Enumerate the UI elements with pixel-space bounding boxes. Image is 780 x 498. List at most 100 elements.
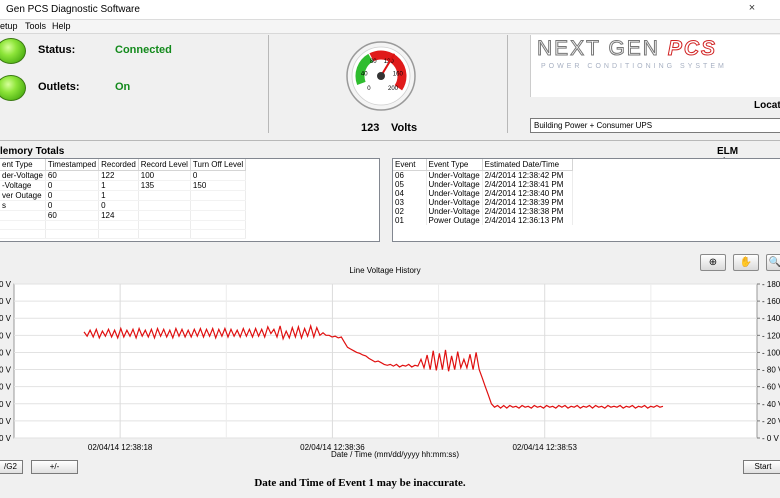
y-tick-label-left: 0 V [0, 331, 12, 340]
table-cell: 60 [45, 210, 100, 221]
voltage-value: 123 [361, 122, 380, 134]
menu-setup[interactable]: etup [0, 21, 18, 31]
table-cell: -Voltage [0, 180, 46, 191]
y-tick-label-left: 0 V [0, 383, 12, 392]
y-tick-label-right: - 40 V [762, 400, 780, 409]
table-cell: 0 [190, 170, 247, 181]
gauge-tick-label: 80 [370, 59, 377, 65]
elm-events-table: Event Event Type Estimated Date/Time 06 Und… [392, 158, 780, 242]
menu-bar: etup Tools Help [0, 20, 780, 34]
column-header[interactable]: Recorded [98, 159, 139, 171]
x-tick-label: 02/04/14 12:38:18 [88, 443, 153, 452]
table-cell: s [0, 200, 46, 211]
y-tick-label-right: - 180 V [762, 280, 780, 289]
y-tick-label-right: - 20 V [762, 417, 780, 426]
table-cell: Under-Voltage [426, 179, 483, 189]
outlets-label: Outlets: [38, 81, 80, 93]
column-header[interactable]: Estimated Date/Time [482, 159, 573, 171]
table-cell: Under-Voltage [426, 206, 483, 216]
table-cell: 0 [98, 200, 139, 211]
table-cell: 124 [98, 210, 139, 221]
divider [268, 35, 269, 133]
column-header[interactable]: ent Type [0, 159, 46, 171]
logo-subtitle: POWER CONDITIONING SYSTEM [541, 63, 727, 70]
location-field[interactable]: Building Power + Consumer UPS [530, 118, 780, 133]
y-tick-label-left: 0 V [0, 314, 12, 323]
outlets-value: On [115, 81, 131, 93]
logo-text: NEXT GEN PCS [537, 37, 717, 61]
table-cell [190, 190, 247, 201]
table-cell: 1 [98, 180, 139, 191]
gauge-tick-label: 40 [361, 71, 368, 77]
crosshair-icon[interactable]: ⊕ [700, 254, 726, 271]
table-cell: 2/4/2014 12:38:38 PM [482, 206, 573, 216]
menu-help[interactable]: Help [52, 21, 71, 31]
y-tick-label-left: 0 V [0, 434, 12, 443]
chart-x-axis-label: Date / Time (mm/dd/yyyy hh:mm:ss) [330, 450, 460, 459]
y-tick-label-left: 0 V [0, 297, 12, 306]
footer-warning: Date and Time of Event 1 may be inaccura… [254, 477, 466, 489]
column-header[interactable]: Turn Off Level [190, 159, 247, 171]
column-header[interactable]: Event Type [426, 159, 483, 171]
table-cell [98, 220, 139, 230]
table-cell: Power Outage [426, 215, 483, 225]
column-header[interactable]: Event [393, 159, 427, 171]
memory-totals-row: -Voltage 0 1 135 150 [0, 180, 247, 191]
column-header[interactable]: Record Level [138, 159, 191, 171]
table-cell [138, 220, 191, 230]
elm-event-row: 04 Under-Voltage 2/4/2014 12:38:40 PM [393, 188, 573, 198]
elm-event-row: 01 Power Outage 2/4/2014 12:36:13 PM [393, 215, 573, 225]
close-icon[interactable]: × [746, 2, 758, 16]
window-title: Gen PCS Diagnostic Software [6, 4, 140, 15]
y-tick-label-left: 0 V [0, 400, 12, 409]
table-cell: 04 [393, 188, 427, 198]
table-cell: 150 [190, 180, 247, 191]
memory-totals-row: der-Voltage 60 122 100 0 [0, 170, 247, 181]
table-cell: 1 [98, 190, 139, 201]
y-tick-label-right: - 0 V [762, 434, 780, 443]
table-cell: 2/4/2014 12:38:42 PM [482, 170, 573, 180]
elm-event-row: 02 Under-Voltage 2/4/2014 12:38:38 PM [393, 206, 573, 216]
table-cell: 01 [393, 215, 427, 225]
table-cell: 05 [393, 179, 427, 189]
zoom-icon[interactable]: 🔍 [766, 254, 780, 271]
y-tick-label-right: - 100 V [762, 348, 780, 357]
column-header[interactable]: Timestamped [45, 159, 100, 171]
table-cell [0, 210, 46, 221]
chart-title: Line Voltage History [349, 266, 421, 275]
table-cell: 0 [45, 200, 100, 211]
line-voltage-chart: - 0 V 0 V - 20 V 0 V - 40 V 0 V - 60 V 0 V - 80 … [0, 280, 780, 452]
menu-tools[interactable]: Tools [25, 21, 46, 31]
voltage-unit: Volts [391, 122, 418, 134]
table-cell [138, 190, 191, 201]
table-cell: 2/4/2014 12:38:41 PM [482, 179, 573, 189]
table-cell [138, 210, 191, 221]
table-cell: Under-Voltage [426, 170, 483, 180]
table-cell [98, 229, 139, 239]
table-cell: ver Outage [0, 190, 46, 201]
memory-totals-row: s00 [0, 200, 247, 211]
table-cell: 02 [393, 206, 427, 216]
g2-button[interactable]: /G2 [0, 460, 23, 474]
elm-event-row: 05 Under-Voltage 2/4/2014 12:38:41 PM [393, 179, 573, 189]
location-label: Locat [754, 100, 780, 111]
table-cell: 2/4/2014 12:38:40 PM [482, 188, 573, 198]
table-cell [0, 220, 46, 230]
status-label: Status: [38, 44, 76, 56]
table-cell: 0 [45, 190, 100, 201]
divider [0, 140, 780, 141]
y-tick-label-left: 0 V [0, 348, 12, 357]
plus-minus-button[interactable]: +/- [31, 460, 78, 474]
start-button[interactable]: Start [743, 460, 780, 474]
elm-event-row: 03 Under-Voltage 2/4/2014 12:38:39 PM [393, 197, 573, 207]
table-cell: Under-Voltage [426, 197, 483, 207]
pan-hand-icon[interactable]: ✋ [733, 254, 759, 271]
brand-logo: NEXT GEN PCS POWER CONDITIONING SYSTEM [530, 35, 780, 97]
table-cell [190, 229, 247, 239]
outlets-led-icon [0, 75, 26, 101]
table-cell: 60 [45, 170, 100, 181]
y-tick-label-left: 0 V [0, 366, 12, 375]
y-tick-label-right: - 120 V [762, 331, 780, 340]
table-cell [190, 200, 247, 211]
status-led-icon [0, 38, 26, 64]
